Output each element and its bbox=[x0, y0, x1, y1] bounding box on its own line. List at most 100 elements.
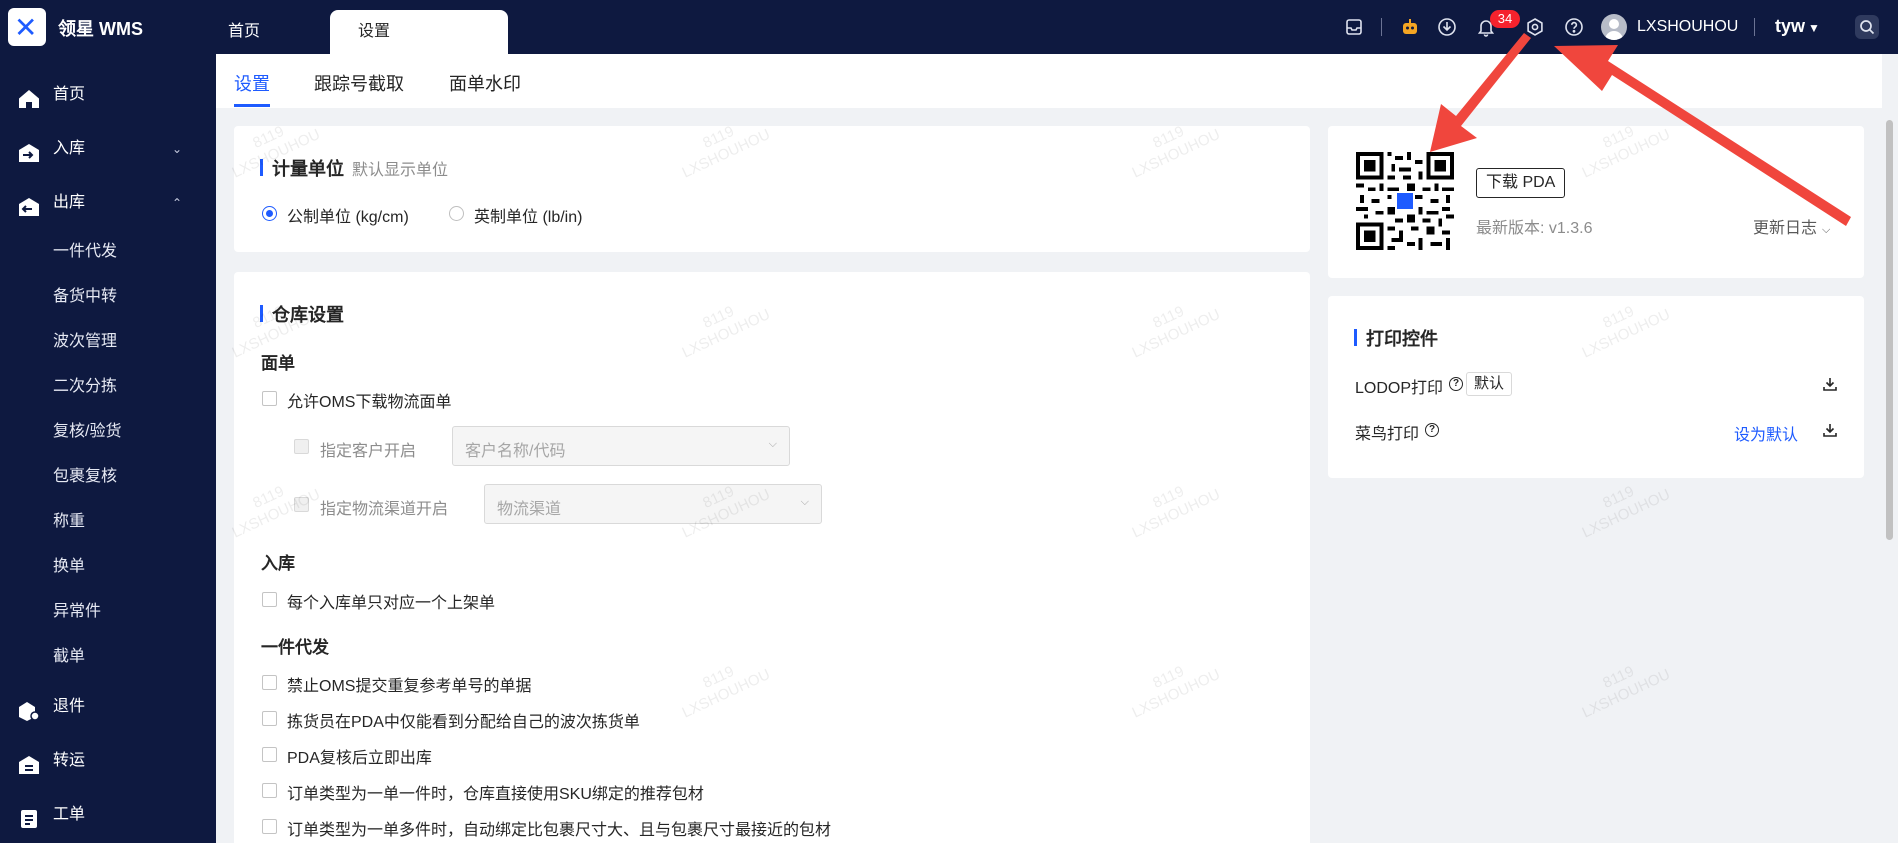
sidebar: 首页 入库 ⌄ 出库 ⌃ 一件代发 备货中转 波次管理 二次分拣 复核/验货 包… bbox=[0, 54, 216, 843]
metric-radio[interactable] bbox=[262, 206, 277, 221]
caret-down-icon: ▼ bbox=[1808, 21, 1820, 35]
subtab-label-watermark[interactable]: 面单水印 bbox=[449, 70, 521, 96]
dropship-checkbox[interactable] bbox=[262, 783, 277, 798]
sidebar-item-workorder[interactable]: 工单 bbox=[0, 795, 216, 835]
dropship-option-label[interactable]: 订单类型为一单一件时，仓库直接使用SKU绑定的推荐包材 bbox=[287, 780, 704, 804]
sidebar-item-returns[interactable]: 退件 bbox=[0, 687, 216, 727]
brand-name: 领星 WMS bbox=[58, 19, 143, 39]
dropship-option-label[interactable]: 订单类型为一单多件时，自动绑定比包裹尺寸大、且与包裹尺寸最接近的包材 bbox=[287, 816, 831, 840]
inbound-checkbox[interactable] bbox=[262, 592, 277, 607]
set-default-link[interactable]: 设为默认 bbox=[1734, 421, 1798, 445]
subtab-active-indicator bbox=[234, 104, 270, 107]
search-button[interactable] bbox=[1855, 15, 1879, 39]
inbound-option-label[interactable]: 每个入库单只对应一个上架单 bbox=[287, 589, 495, 613]
avatar[interactable] bbox=[1601, 14, 1627, 40]
tab-settings[interactable]: 设置 bbox=[330, 10, 508, 54]
sidebar-sub-item[interactable]: 包裹复核 bbox=[53, 462, 117, 492]
dropship-checkbox[interactable] bbox=[262, 711, 277, 726]
sidebar-sub-item[interactable]: 换单 bbox=[53, 552, 85, 582]
changelog-label: 更新日志 bbox=[1753, 220, 1818, 237]
settings-subnav: 设置 跟踪号截取 面单水印 bbox=[216, 54, 1882, 108]
dropship-option-label[interactable]: 禁止OMS提交重复参考单号的单据 bbox=[287, 672, 531, 696]
tenant-switcher[interactable]: tyw ▼ bbox=[1775, 16, 1820, 37]
allow-oms-label[interactable]: 允许OMS下载物流面单 bbox=[287, 388, 451, 412]
sidebar-sub-item[interactable]: 称重 bbox=[53, 507, 85, 537]
chevron-down-icon: ⌵ bbox=[800, 496, 809, 508]
tab-home[interactable]: 首页 bbox=[210, 10, 320, 54]
section-title-text: 计量单位 bbox=[272, 159, 344, 179]
sidebar-item-label: 转运 bbox=[53, 752, 86, 769]
inbox-icon[interactable] bbox=[1344, 17, 1364, 37]
customer-open-label: 指定客户开启 bbox=[320, 443, 417, 460]
channel-open-checkbox[interactable] bbox=[294, 497, 309, 512]
sidebar-item-transfer[interactable]: 转运 bbox=[0, 741, 216, 781]
channel-select[interactable]: 物流渠道 ⌵ bbox=[484, 484, 822, 524]
imperial-radio[interactable] bbox=[449, 206, 464, 221]
username[interactable]: LXSHOUHOU bbox=[1637, 18, 1738, 36]
dropship-checkbox[interactable] bbox=[262, 747, 277, 762]
channel-open-label: 指定物流渠道开启 bbox=[320, 501, 449, 518]
pda-version: 最新版本: v1.3.6 bbox=[1476, 220, 1593, 237]
chevron-down-icon: ⌵ bbox=[1822, 224, 1831, 236]
download-circle-icon[interactable] bbox=[1437, 17, 1457, 37]
page-scrollbar[interactable] bbox=[1884, 114, 1894, 843]
return-icon bbox=[18, 697, 40, 721]
dropship-checkbox[interactable] bbox=[262, 675, 277, 690]
settings-icon[interactable] bbox=[1525, 17, 1545, 37]
work-order-icon bbox=[18, 805, 40, 828]
dropship-checkbox[interactable] bbox=[262, 819, 277, 834]
warehouse-card: 仓库设置 面单 允许OMS下载物流面单 指定客户开启 客户名称/代码 ⌵ 指定物… bbox=[234, 272, 1310, 843]
customer-select[interactable]: 客户名称/代码 ⌵ bbox=[452, 426, 790, 466]
sidebar-item-home[interactable]: 首页 bbox=[0, 75, 216, 115]
sidebar-sub-item[interactable]: 异常件 bbox=[53, 597, 101, 627]
chevron-down-icon: ⌄ bbox=[172, 142, 183, 156]
top-bar: ✕ 领星 WMS 首页 设置 34 LXSHOUHOU tyw ▼ bbox=[0, 0, 1898, 54]
notification-badge: 34 bbox=[1490, 10, 1520, 28]
unit-card: 计量单位 默认显示单位 公制单位 (kg/cm) 英制单位 (lb/in) bbox=[234, 126, 1310, 252]
download-icon[interactable] bbox=[1822, 376, 1838, 392]
download-pda-button[interactable]: 下载 PDA bbox=[1476, 168, 1566, 198]
help-icon[interactable] bbox=[1564, 17, 1584, 37]
scrollbar-thumb[interactable] bbox=[1886, 120, 1893, 540]
sidebar-sub-item[interactable]: 备货中转 bbox=[53, 282, 117, 312]
customer-open-checkbox[interactable] bbox=[294, 439, 309, 454]
chevron-down-icon: ⌵ bbox=[768, 438, 777, 450]
pda-qr-code bbox=[1356, 152, 1454, 250]
sidebar-item-inbound[interactable]: 入库 ⌄ bbox=[0, 129, 216, 169]
watermark: 8119LXSHOUHOU bbox=[1579, 482, 1673, 542]
sidebar-item-label: 出库 bbox=[53, 194, 86, 211]
allow-oms-checkbox[interactable] bbox=[262, 391, 277, 406]
section-title: 仓库设置 bbox=[260, 301, 344, 327]
sidebar-sub-item[interactable]: 二次分拣 bbox=[53, 372, 117, 402]
transfer-icon bbox=[18, 751, 40, 774]
dropship-option-label[interactable]: 拣货员在PDA中仅能看到分配给自己的波次拣货单 bbox=[287, 708, 640, 732]
dropship-option-label[interactable]: PDA复核后立即出库 bbox=[287, 744, 432, 768]
group-label-waybill: 面单 bbox=[261, 354, 295, 373]
print-card: 打印控件 LODOP打印 ? 默认 菜鸟打印 ? 设为默认 bbox=[1328, 296, 1864, 478]
sidebar-item-label: 工单 bbox=[53, 806, 86, 823]
metric-label[interactable]: 公制单位 (kg/cm) bbox=[287, 203, 409, 227]
group-label-inbound: 入库 bbox=[261, 554, 295, 573]
imperial-label[interactable]: 英制单位 (lb/in) bbox=[474, 203, 582, 227]
lodop-label: LODOP打印 bbox=[1355, 380, 1444, 397]
sidebar-item-outbound[interactable]: 出库 ⌃ bbox=[0, 183, 216, 223]
section-hint: 默认显示单位 bbox=[352, 162, 449, 179]
default-tag: 默认 bbox=[1466, 372, 1513, 396]
download-icon[interactable] bbox=[1822, 422, 1838, 438]
robot-icon[interactable] bbox=[1400, 17, 1420, 37]
header-divider bbox=[1381, 18, 1382, 36]
sidebar-sub-item[interactable]: 波次管理 bbox=[53, 327, 117, 357]
subtab-tracking-number[interactable]: 跟踪号截取 bbox=[314, 70, 404, 96]
help-icon[interactable]: ? bbox=[1425, 423, 1439, 437]
sidebar-sub-item[interactable]: 截单 bbox=[53, 642, 85, 672]
changelog-toggle[interactable]: 更新日志 ⌵ bbox=[1753, 214, 1830, 238]
sidebar-sub-item[interactable]: 一件代发 bbox=[53, 237, 117, 267]
subtab-settings[interactable]: 设置 bbox=[234, 70, 270, 96]
watermark: 8119LXSHOUHOU bbox=[1579, 662, 1673, 722]
sidebar-item-label: 退件 bbox=[53, 698, 86, 715]
channel-select-placeholder: 物流渠道 bbox=[497, 501, 562, 518]
section-title: 计量单位 默认显示单位 bbox=[260, 155, 448, 181]
help-icon[interactable]: ? bbox=[1449, 377, 1463, 391]
sidebar-sub-item[interactable]: 复核/验货 bbox=[53, 417, 121, 447]
app-logo[interactable]: ✕ bbox=[8, 8, 46, 46]
